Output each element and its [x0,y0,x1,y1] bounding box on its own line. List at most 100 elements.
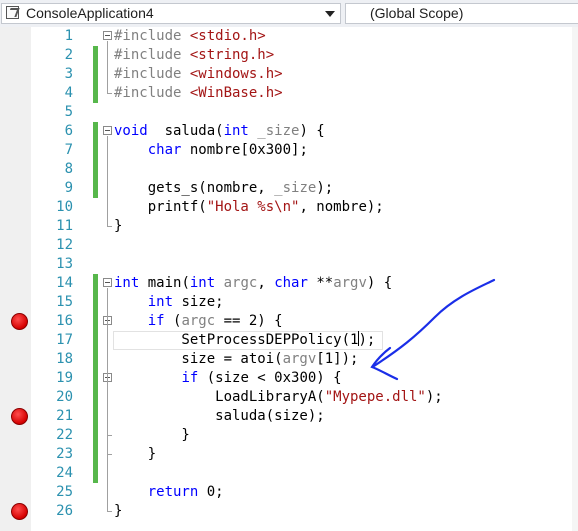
code-token: ); [425,389,443,405]
code-text[interactable]: #include <string.h> [114,46,274,65]
code-text[interactable]: } [114,426,190,445]
hand-drawn-arrow-annotation [370,278,496,381]
code-text[interactable]: char nombre[0x300]; [114,141,308,160]
code-token: SetProcessDEPPolicy(1 [114,332,359,348]
code-line[interactable]: 11} [0,217,578,236]
scope-name: (Global Scope) [370,5,464,21]
code-token: (size < 0x300) { [198,370,342,386]
code-text[interactable]: saluda(size); [114,407,325,426]
line-number: 3 [64,66,73,82]
code-token: #include [114,28,190,44]
collapse-icon[interactable] [103,31,112,40]
breakpoint-icon[interactable] [11,408,28,425]
code-text[interactable]: #include <windows.h> [114,65,283,84]
code-text[interactable]: #include <WinBase.h> [114,84,283,103]
code-token: [1]); [316,351,359,367]
code-text[interactable]: int main(int argc, char **argv) { [114,274,392,293]
code-line[interactable]: 12 [0,236,578,255]
change-indicator [93,122,98,141]
code-line[interactable]: 26} [0,502,578,521]
code-line[interactable]: 4 #include <WinBase.h> [0,84,578,103]
code-text[interactable]: } [114,502,122,521]
change-indicator [93,464,98,483]
code-line[interactable]: 9 gets_s(nombre, _size); [0,179,578,198]
code-token: saluda( [147,123,224,139]
code-line[interactable]: 7 char nombre[0x300]; [0,141,578,160]
code-text[interactable]: LoadLibraryA("Mypepe.dll"); [114,388,443,407]
breakpoint-icon[interactable] [11,313,28,330]
change-indicator [93,407,98,426]
collapse-icon[interactable] [103,126,112,135]
code-text[interactable]: void saluda(int _size) { [114,122,325,141]
code-line[interactable]: 25 return 0; [0,483,578,502]
change-indicator [93,350,98,369]
line-number: 19 [56,370,73,386]
project-dropdown[interactable]: ConsoleApplication4 [1,3,341,24]
code-token: } [114,427,190,443]
code-text[interactable]: if (argc == 2) { [114,312,283,331]
outline-guide-end [107,93,112,94]
code-token: <WinBase.h> [189,85,283,101]
code-line[interactable]: 21 saluda(size); [0,407,578,426]
code-token: return [147,484,199,500]
code-token: } [114,446,157,462]
change-indicator [93,84,98,103]
code-token: "Hola %s\n" [206,199,300,215]
code-line[interactable]: 8 [0,160,578,179]
line-number: 24 [56,465,73,481]
code-line[interactable]: 10 printf("Hola %s\n", nombre); [0,198,578,217]
code-token: , [257,275,275,291]
code-text[interactable]: } [114,445,156,464]
code-text[interactable]: printf("Hola %s\n", nombre); [114,198,384,217]
code-editor[interactable]: 1 #include <stdio.h> 2 #include <string.h> 3… [0,27,578,531]
code-line[interactable]: 3 #include <windows.h> [0,65,578,84]
code-text[interactable]: return 0; [114,483,224,502]
collapse-icon[interactable] [103,278,112,287]
change-indicator [93,426,98,445]
breakpoint-icon[interactable] [11,503,28,520]
code-token: argv [282,351,317,367]
change-indicator [93,312,98,331]
line-number: 2 [64,47,73,63]
code-token: ( [164,313,182,329]
line-number: 16 [56,313,73,329]
chevron-down-icon[interactable] [325,11,335,17]
code-line[interactable]: 22 } [0,426,578,445]
code-line[interactable]: 2 #include <string.h> [0,46,578,65]
scope-dropdown[interactable]: (Global Scope) [345,3,578,24]
code-line[interactable]: 23 } [0,445,578,464]
outline-guide [107,383,108,436]
change-indicator [93,65,98,84]
code-text[interactable]: SetProcessDEPPolicy(1); [114,331,375,350]
code-token: == 2) { [215,313,283,329]
vertical-scrollbar[interactable] [572,27,578,531]
change-indicator [93,331,98,350]
code-token: <windows.h> [189,66,283,82]
project-name: ConsoleApplication4 [26,5,154,21]
line-number: 13 [56,256,73,272]
code-text[interactable]: int size; [114,293,224,312]
code-text[interactable]: gets_s(nombre, _size); [114,179,333,198]
code-token: char [274,275,308,291]
code-token: nombre[0x300]; [181,142,308,158]
code-token: int [114,275,140,291]
code-line[interactable]: 1 #include <stdio.h> [0,27,578,46]
change-indicator [93,274,98,293]
change-indicator [93,445,98,464]
code-text[interactable]: if (size < 0x300) { [114,369,342,388]
code-line[interactable]: 5 [0,103,578,122]
code-text[interactable]: size = atoi(argv[1]); [114,350,358,369]
code-token: ); [316,180,334,196]
code-line[interactable]: 13 [0,255,578,274]
code-text[interactable]: #include <stdio.h> [114,27,266,46]
code-token: <stdio.h> [189,28,266,44]
code-token: _size [248,123,300,139]
line-number: 18 [56,351,73,367]
code-line[interactable]: 24 [0,464,578,483]
code-line[interactable]: 20 LoadLibraryA("Mypepe.dll"); [0,388,578,407]
code-text[interactable]: } [114,217,122,236]
code-line[interactable]: 6 void saluda(int _size) { [0,122,578,141]
